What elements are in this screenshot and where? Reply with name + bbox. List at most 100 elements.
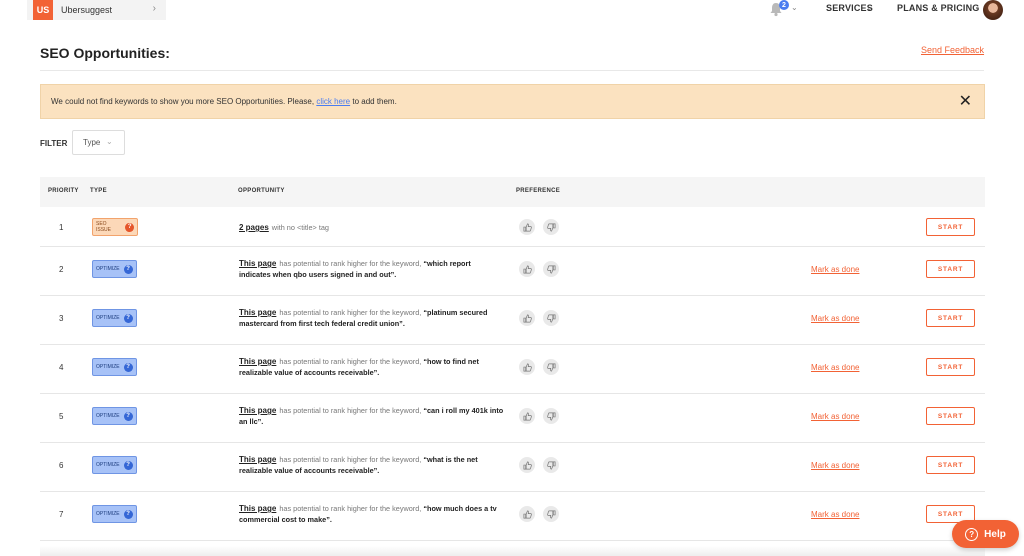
opportunity-page-link[interactable]: This page [239, 455, 276, 464]
thumbs-down-icon[interactable] [543, 408, 559, 424]
table-row: 6 OPTIMIZE? This page has potential to rank… [40, 443, 985, 492]
nav-plans-pricing[interactable]: PLANS & PRICING [897, 3, 980, 13]
preference-controls [519, 506, 559, 522]
preference-controls [519, 457, 559, 473]
type-filter-select[interactable]: Type ⌄ [72, 130, 125, 155]
start-button[interactable]: START [926, 309, 975, 327]
opportunity-text: This page has potential to rank higher fo… [239, 307, 504, 329]
help-button[interactable]: ? Help [952, 520, 1019, 548]
table-row: 5 OPTIMIZE? This page has potential to rank… [40, 394, 985, 443]
opportunity-page-link[interactable]: This page [239, 504, 276, 513]
type-badge-label: OPTIMIZE [96, 413, 120, 419]
thumbs-up-icon[interactable] [519, 408, 535, 424]
priority-value: 7 [59, 510, 64, 519]
start-button[interactable]: START [926, 260, 975, 278]
notice-text-after: to add them. [350, 97, 397, 106]
divider [40, 70, 984, 71]
project-name: Ubersuggest [61, 5, 113, 15]
help-circle-icon[interactable]: ? [123, 460, 133, 470]
start-button[interactable]: START [926, 407, 975, 425]
close-icon[interactable]: ✕ [959, 91, 972, 111]
filter-label: FILTER [40, 139, 68, 148]
opportunity-description: with no <title> tag [271, 223, 329, 232]
thumbs-down-icon[interactable] [543, 506, 559, 522]
chevron-down-icon[interactable]: ⌄ [866, 3, 873, 12]
type-badge-label: OPTIMIZE [96, 266, 120, 272]
table-row: 1 SEO ISSUE? 2 pages with no <title> tag STA… [40, 207, 985, 247]
opportunity-page-link[interactable]: This page [239, 259, 276, 268]
help-circle-icon[interactable]: ? [123, 362, 133, 372]
priority-value: 5 [59, 412, 64, 421]
brand-logo: US [33, 0, 53, 20]
opportunity-description: has potential to rank higher for the key… [279, 455, 422, 464]
notice-text-before: We could not find keywords to show you m… [51, 97, 317, 106]
chevron-down-icon: ⌄ [106, 137, 113, 146]
opportunity-page-link[interactable]: This page [239, 406, 276, 415]
start-button[interactable]: START [926, 456, 975, 474]
notice-text: We could not find keywords to show you m… [51, 97, 397, 106]
preference-controls [519, 359, 559, 375]
project-switcher[interactable]: US Ubersuggest › [27, 0, 166, 20]
avatar[interactable] [983, 0, 1003, 20]
type-badge: OPTIMIZE? [92, 505, 137, 523]
mark-as-done-link[interactable]: Mark as done [811, 461, 859, 470]
chevron-down-icon[interactable]: ⌄ [791, 3, 798, 12]
type-badge: OPTIMIZE? [92, 358, 137, 376]
thumbs-up-icon[interactable] [519, 310, 535, 326]
thumbs-up-icon[interactable] [519, 457, 535, 473]
type-filter-value: Type [83, 138, 101, 147]
send-feedback-link[interactable]: Send Feedback [921, 45, 984, 55]
mark-as-done-link[interactable]: Mark as done [811, 510, 859, 519]
thumbs-down-icon[interactable] [543, 219, 559, 235]
start-button[interactable]: START [926, 218, 975, 236]
page-title: SEO Opportunities: [40, 45, 170, 61]
help-circle-icon[interactable]: ? [125, 222, 134, 232]
opportunity-text: This page has potential to rank higher fo… [239, 356, 504, 378]
opportunity-page-link[interactable]: This page [239, 308, 276, 317]
thumbs-up-icon[interactable] [519, 261, 535, 277]
preference-controls [519, 310, 559, 326]
column-header-opportunity: OPPORTUNITY [238, 188, 285, 194]
type-badge: OPTIMIZE? [92, 407, 137, 425]
thumbs-down-icon[interactable] [543, 457, 559, 473]
preference-controls [519, 219, 559, 235]
opportunity-description: has potential to rank higher for the key… [279, 504, 422, 513]
column-header-preference: PREFERENCE [516, 188, 561, 194]
help-circle-icon[interactable]: ? [123, 264, 133, 274]
help-circle-icon[interactable]: ? [123, 313, 133, 323]
mark-as-done-link[interactable]: Mark as done [811, 314, 859, 323]
help-circle-icon[interactable]: ? [123, 509, 133, 519]
start-button[interactable]: START [926, 358, 975, 376]
column-header-type: TYPE [90, 188, 107, 194]
mark-as-done-link[interactable]: Mark as done [811, 265, 859, 274]
thumbs-down-icon[interactable] [543, 261, 559, 277]
preference-controls [519, 408, 559, 424]
thumbs-down-icon[interactable] [543, 310, 559, 326]
opportunity-description: has potential to rank higher for the key… [279, 308, 422, 317]
mark-as-done-link[interactable]: Mark as done [811, 363, 859, 372]
type-badge: SEO ISSUE? [92, 218, 138, 236]
opportunity-description: has potential to rank higher for the key… [279, 406, 422, 415]
table-header: PRIORITY TYPE OPPORTUNITY PREFERENCE [40, 177, 985, 207]
thumbs-up-icon[interactable] [519, 219, 535, 235]
thumbs-up-icon[interactable] [519, 506, 535, 522]
table-row: 2 OPTIMIZE? This page has potential to rank… [40, 247, 985, 296]
opportunity-text: This page has potential to rank higher fo… [239, 503, 504, 525]
table-row: 4 OPTIMIZE? This page has potential to rank… [40, 345, 985, 394]
opportunity-description: has potential to rank higher for the key… [279, 357, 422, 366]
help-circle-icon[interactable]: ? [123, 411, 133, 421]
add-keywords-link[interactable]: click here [316, 97, 350, 106]
mark-as-done-link[interactable]: Mark as done [811, 412, 859, 421]
thumbs-down-icon[interactable] [543, 359, 559, 375]
type-badge: OPTIMIZE? [92, 456, 137, 474]
notice-banner: We could not find keywords to show you m… [40, 84, 985, 119]
help-label: Help [984, 528, 1006, 540]
priority-value: 3 [59, 314, 64, 323]
priority-value: 4 [59, 363, 64, 372]
type-badge-label: OPTIMIZE [96, 462, 120, 468]
thumbs-up-icon[interactable] [519, 359, 535, 375]
opportunity-page-link[interactable]: 2 pages [239, 223, 269, 232]
opportunity-page-link[interactable]: This page [239, 357, 276, 366]
type-badge-label: OPTIMIZE [96, 364, 120, 370]
opportunity-text: This page has potential to rank higher fo… [239, 405, 504, 427]
